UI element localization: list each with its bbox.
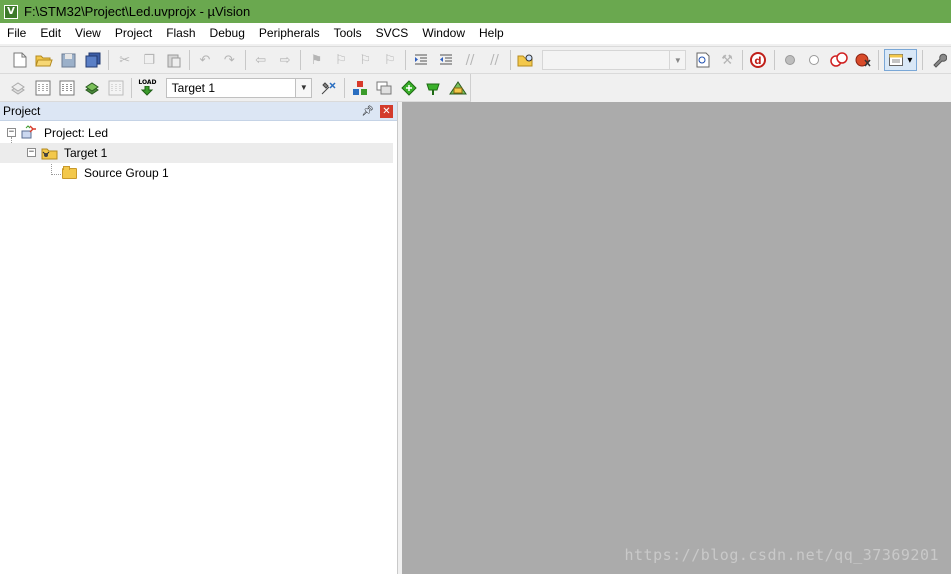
- tree-item-project-root[interactable]: − Project: Led: [0, 123, 397, 143]
- batch-build-icon[interactable]: [80, 77, 102, 99]
- pin-icon[interactable]: 📌︎: [361, 106, 374, 117]
- save-icon[interactable]: [58, 49, 80, 71]
- manage-run-time-environment-icon[interactable]: [398, 77, 420, 99]
- chevron-down-icon[interactable]: ▼: [295, 78, 312, 97]
- toolbar-separator: [244, 50, 246, 70]
- undo-icon[interactable]: ↶: [194, 49, 216, 71]
- target-folder-icon: [41, 146, 58, 160]
- toolbar-separator: [343, 77, 345, 98]
- toolbar-separator: [108, 50, 110, 70]
- copy-icon[interactable]: ❐: [138, 49, 160, 71]
- watermark-text: https://blog.csdn.net/qq_37369201: [624, 546, 939, 564]
- menu-flash[interactable]: Flash: [159, 23, 202, 44]
- toolbar-separator: [773, 50, 775, 70]
- indent-icon[interactable]: [410, 49, 432, 71]
- rebuild-icon[interactable]: [56, 77, 78, 99]
- menu-debug[interactable]: Debug: [203, 23, 252, 44]
- menu-edit[interactable]: Edit: [33, 23, 68, 44]
- new-file-icon[interactable]: [9, 49, 31, 71]
- toolbar-separator: [188, 50, 190, 70]
- build-toolbar: LOAD Target 1 ▼: [0, 74, 471, 102]
- menu-tools[interactable]: Tools: [327, 23, 369, 44]
- menu-help[interactable]: Help: [472, 23, 511, 44]
- translate-icon[interactable]: [7, 77, 29, 99]
- toolbar-separator: [300, 50, 302, 70]
- pack-installer-icon[interactable]: [422, 77, 444, 99]
- download-icon[interactable]: LOAD: [136, 77, 158, 99]
- download-load-label: LOAD: [138, 79, 157, 86]
- toolbar-separator: [742, 50, 744, 70]
- stop-build-icon[interactable]: [105, 77, 127, 99]
- toolbar-separator: [878, 50, 880, 70]
- configure-icon[interactable]: ⚒: [716, 49, 738, 71]
- build-icon[interactable]: [31, 77, 53, 99]
- chevron-down-icon[interactable]: ▼: [669, 51, 685, 69]
- navigate-back-icon[interactable]: ⇦: [250, 49, 272, 71]
- paste-icon[interactable]: [162, 49, 184, 71]
- comment-icon[interactable]: //: [459, 49, 481, 71]
- bookmark-clear-icon[interactable]: ⚐: [379, 49, 401, 71]
- menu-file[interactable]: File: [0, 23, 33, 44]
- toolbar-separator: [131, 77, 133, 98]
- navigate-forward-icon[interactable]: ⇨: [274, 49, 296, 71]
- target-select[interactable]: Target 1 ▼: [165, 77, 313, 98]
- close-icon[interactable]: ✕: [380, 104, 393, 118]
- tree-label-project-root: Project: Led: [44, 126, 109, 140]
- open-folder-icon[interactable]: [33, 49, 55, 71]
- wrench-icon[interactable]: [927, 49, 949, 71]
- select-packs-icon[interactable]: [373, 77, 395, 99]
- tree-label-target: Target 1: [64, 146, 108, 160]
- project-root-icon: [21, 125, 37, 139]
- tree-item-source-group[interactable]: Source Group 1: [0, 163, 397, 183]
- tree-item-target[interactable]: − Target 1: [0, 143, 393, 163]
- incremental-find-icon[interactable]: [691, 49, 713, 71]
- collapse-icon[interactable]: −: [7, 128, 16, 137]
- manage-components-icon[interactable]: [447, 77, 469, 99]
- target-select-value: Target 1: [171, 80, 216, 95]
- project-panel-title: Project: [3, 104, 41, 118]
- window-title: F:\STM32\Project\Led.uvprojx - µVision: [24, 4, 251, 19]
- cut-icon[interactable]: ✂: [113, 49, 135, 71]
- insert-breakpoint-icon[interactable]: [779, 49, 801, 71]
- window-layout-button[interactable]: ▾: [884, 49, 918, 71]
- file-toolbar: ✂ ❐ ↶ ↷ ⇦ ⇨ ⚑ ⚐ ⚐ ⚐ // // ▼ ⚒ d ▾: [0, 46, 951, 74]
- tree-label-source-group: Source Group 1: [84, 166, 169, 180]
- chevron-down-icon: ▾: [907, 54, 913, 66]
- menu-project[interactable]: Project: [108, 23, 159, 44]
- project-tree: − Project: Led − Target 1 Source Group 1: [0, 121, 397, 183]
- find-in-files-icon[interactable]: [515, 49, 537, 71]
- folder-icon: [62, 166, 77, 179]
- project-panel: Project 📌︎ ✕ − Project: Led − Target 1 S…: [0, 102, 398, 574]
- toolbar-separator: [405, 50, 406, 70]
- unindent-icon[interactable]: [434, 49, 456, 71]
- uncomment-icon[interactable]: //: [483, 49, 505, 71]
- find-combo[interactable]: ▼: [542, 50, 687, 70]
- menu-window[interactable]: Window: [415, 23, 472, 44]
- manage-project-items-icon[interactable]: [349, 77, 371, 99]
- collapse-icon[interactable]: −: [27, 148, 36, 157]
- options-for-target-icon[interactable]: [317, 77, 339, 99]
- toolbar-separator: [922, 50, 924, 70]
- kill-all-breakpoints-icon[interactable]: [852, 49, 874, 71]
- project-panel-header: Project 📌︎ ✕: [0, 102, 397, 121]
- start-debug-icon[interactable]: d: [747, 49, 769, 71]
- enable-breakpoint-icon[interactable]: [803, 49, 825, 71]
- disable-all-breakpoints-icon[interactable]: [827, 49, 849, 71]
- uvision-app-icon: V: [4, 4, 18, 19]
- bookmark-next-icon[interactable]: ⚐: [354, 49, 376, 71]
- svg-text:d: d: [755, 56, 762, 67]
- redo-icon[interactable]: ↷: [218, 49, 240, 71]
- menu-view[interactable]: View: [68, 23, 108, 44]
- menu-peripherals[interactable]: Peripherals: [252, 23, 327, 44]
- bookmark-toggle-icon[interactable]: ⚑: [305, 49, 327, 71]
- save-all-icon[interactable]: [82, 49, 104, 71]
- title-bar: V F:\STM32\Project\Led.uvprojx - µVision: [0, 0, 951, 23]
- toolbar-separator: [509, 50, 511, 70]
- editor-area: [402, 102, 951, 574]
- menu-bar: File Edit View Project Flash Debug Perip…: [0, 23, 951, 44]
- menu-svcs[interactable]: SVCS: [369, 23, 416, 44]
- bookmark-previous-icon[interactable]: ⚐: [330, 49, 352, 71]
